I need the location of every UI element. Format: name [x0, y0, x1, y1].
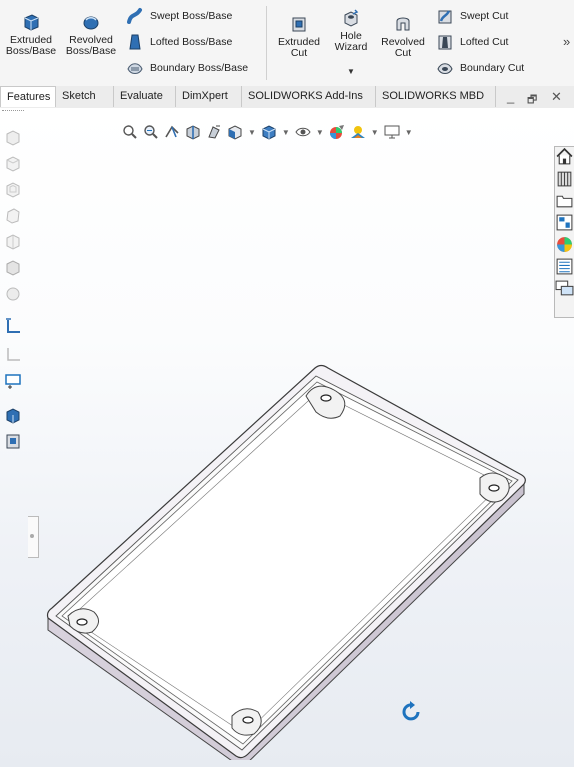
forum-icon[interactable]	[555, 279, 574, 298]
tab-dimxpert[interactable]: DimXpert	[176, 86, 242, 107]
hide-show-dropdown-icon[interactable]: ▼	[316, 128, 324, 137]
tray-model[interactable]	[40, 360, 540, 760]
corner-boss-bottom	[231, 708, 262, 736]
fillet-icon[interactable]	[4, 128, 22, 146]
lofted-boss-button[interactable]: Lofted Boss/Base	[126, 32, 232, 52]
extruded-cut-label-2: Cut	[290, 47, 308, 59]
revolved-boss-label-2: Boss/Base	[65, 45, 117, 57]
revolved-cut-icon	[396, 17, 410, 31]
curves-icon[interactable]	[4, 344, 22, 362]
ribbon-separator	[266, 6, 267, 80]
extruded-cut-icon	[292, 17, 306, 32]
reference-plane-icon[interactable]	[4, 316, 22, 334]
revolved-boss-button[interactable]: Revolved Boss/Base	[64, 12, 118, 57]
task-pane-tabs	[554, 146, 574, 318]
minimize-icon[interactable]: _	[507, 89, 514, 104]
hole-wizard-button[interactable]: Hole Wizard	[328, 8, 374, 53]
command-manager-ribbon: Extruded Boss/Base Revolved Boss/Base Sw…	[0, 0, 574, 87]
dynamic-annotation-icon[interactable]	[206, 124, 222, 140]
tab-solidworks-mbd[interactable]: SOLIDWORKS MBD	[376, 86, 496, 107]
close-icon[interactable]: ✕	[551, 89, 562, 105]
swept-boss-icon	[127, 8, 142, 24]
boundary-boss-label: Boundary Boss/Base	[150, 62, 249, 74]
cut-feature-icon[interactable]	[4, 432, 22, 450]
hide-show-icon[interactable]	[295, 124, 311, 140]
wrap-icon[interactable]	[4, 258, 22, 276]
view-settings-icon[interactable]	[384, 124, 400, 140]
view-palette-icon[interactable]	[555, 213, 574, 232]
apply-scene-dropdown-icon[interactable]: ▼	[371, 128, 379, 137]
swept-boss-label: Swept Boss/Base	[150, 10, 233, 22]
boundary-cut-icon	[437, 63, 453, 74]
view-orientation-icon[interactable]	[227, 124, 243, 140]
command-manager-tabs: Features Sketch Evaluate DimXpert SOLIDW…	[0, 86, 574, 109]
left-toolbar	[0, 108, 26, 518]
instant3d-icon[interactable]	[4, 372, 22, 390]
swept-boss-button[interactable]: Swept Boss/Base	[126, 6, 232, 26]
extruded-boss-button[interactable]: Extruded Boss/Base	[4, 12, 58, 57]
part-feature-icon[interactable]	[4, 406, 22, 424]
section-view-icon[interactable]	[185, 124, 201, 140]
swept-cut-button[interactable]: Swept Cut	[436, 6, 508, 26]
appearances-icon[interactable]	[555, 235, 574, 254]
revolved-cut-button[interactable]: Revolved Cut	[378, 14, 428, 59]
swept-cut-icon	[438, 10, 452, 24]
zoom-to-fit-icon[interactable]	[122, 124, 138, 140]
extruded-boss-icon	[24, 14, 39, 31]
swept-cut-label: Swept Cut	[460, 10, 509, 22]
apply-scene-icon[interactable]	[350, 124, 366, 140]
edit-appearance-icon[interactable]	[329, 124, 345, 140]
draft-icon[interactable]	[4, 206, 22, 224]
lofted-cut-icon	[438, 35, 452, 50]
file-explorer-icon[interactable]	[555, 191, 574, 210]
home-icon[interactable]	[555, 147, 574, 166]
lofted-boss-label: Lofted Boss/Base	[150, 36, 233, 48]
zoom-area-icon[interactable]	[143, 124, 159, 140]
ribbon-overflow-chevron[interactable]: »	[563, 34, 570, 49]
tab-solidworks-add-ins[interactable]: SOLIDWORKS Add-Ins	[242, 86, 376, 107]
corner-boss-right	[479, 472, 510, 503]
shell-icon[interactable]	[4, 180, 22, 198]
hole-wizard-label-2: Wizard	[334, 41, 368, 53]
view-settings-dropdown-icon[interactable]: ▼	[405, 128, 413, 137]
tab-evaluate[interactable]: Evaluate	[114, 86, 176, 107]
design-library-icon[interactable]	[555, 169, 574, 188]
hole-wizard-icon	[344, 9, 359, 27]
dome-icon[interactable]	[4, 284, 22, 302]
boundary-boss-button[interactable]: Boundary Boss/Base	[126, 58, 248, 78]
extruded-cut-button[interactable]: Extruded Cut	[274, 14, 324, 59]
lofted-cut-button[interactable]: Lofted Cut	[436, 32, 508, 52]
extruded-boss-label-2: Boss/Base	[5, 45, 57, 57]
display-style-icon[interactable]	[261, 124, 277, 140]
boundary-cut-label: Boundary Cut	[460, 62, 525, 74]
previous-view-icon[interactable]	[164, 124, 180, 140]
chamfer-icon[interactable]	[4, 154, 22, 172]
boundary-boss-icon	[127, 63, 143, 74]
hole-wizard-dropdown-icon[interactable]: ▼	[347, 67, 355, 76]
tab-sketch[interactable]: Sketch	[56, 86, 114, 107]
custom-properties-icon[interactable]	[555, 257, 574, 276]
heads-up-view-toolbar: ▼ ▼ ▼ ▼ ▼	[122, 122, 418, 142]
lofted-cut-label: Lofted Cut	[460, 36, 509, 48]
rotate-view-icon	[402, 701, 420, 721]
lofted-boss-icon	[129, 34, 141, 50]
boundary-cut-button[interactable]: Boundary Cut	[436, 58, 524, 78]
revolved-boss-icon	[83, 16, 99, 30]
view-orientation-dropdown-icon[interactable]: ▼	[248, 128, 256, 137]
revolved-cut-label-2: Cut	[394, 47, 412, 59]
display-style-dropdown-icon[interactable]: ▼	[282, 128, 290, 137]
rib-icon[interactable]	[4, 232, 22, 250]
tab-features[interactable]: Features	[0, 86, 56, 107]
feature-manager-collapse-handle[interactable]	[28, 516, 39, 558]
